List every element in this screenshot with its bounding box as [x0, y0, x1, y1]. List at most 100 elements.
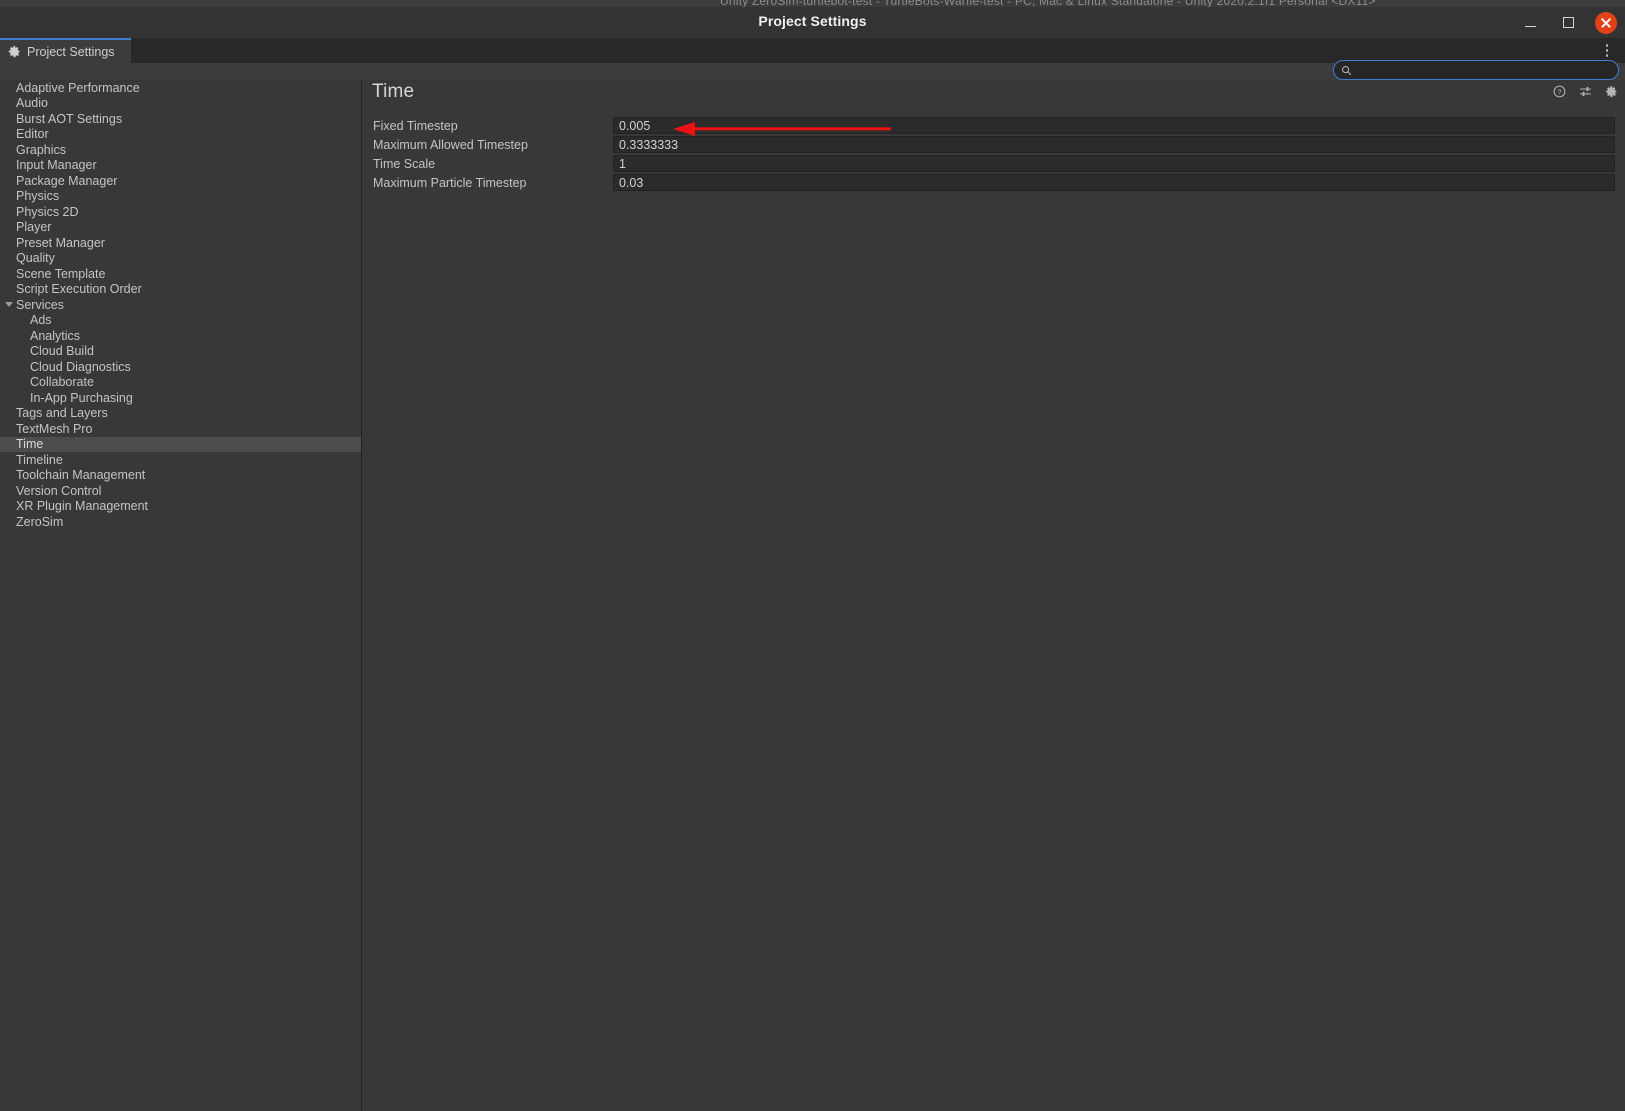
- property-label: Time Scale: [363, 157, 613, 171]
- sidebar-item-label: Quality: [16, 251, 55, 265]
- sidebar-item-analytics[interactable]: Analytics: [0, 328, 361, 344]
- sidebar-item-label: XR Plugin Management: [16, 499, 148, 513]
- sidebar-item-label: Editor: [16, 127, 49, 141]
- sidebar-item-timeline[interactable]: Timeline: [0, 452, 361, 468]
- sidebar-item-player[interactable]: Player: [0, 220, 361, 236]
- sidebar-item-label: Preset Manager: [16, 236, 105, 250]
- property-field[interactable]: [613, 174, 1615, 191]
- minimize-button[interactable]: [1519, 12, 1541, 34]
- tab-project-settings[interactable]: Project Settings: [0, 38, 131, 63]
- sidebar-item-physics-2d[interactable]: Physics 2D: [0, 204, 361, 220]
- sidebar-item-label: Cloud Diagnostics: [30, 360, 131, 374]
- content-header-icons: ?: [1553, 85, 1618, 98]
- sidebar-item-label: In-App Purchasing: [30, 391, 133, 405]
- sidebar-item-label: Scene Template: [16, 267, 105, 281]
- sidebar-item-quality[interactable]: Quality: [0, 251, 361, 267]
- property-row: Maximum Allowed Timestep: [363, 135, 1625, 154]
- parent-window-titlebar-strip: Unity ZeroSim-turtlebot-test - TurtleBot…: [0, 0, 1625, 7]
- sidebar-item-label: Adaptive Performance: [16, 81, 140, 95]
- sidebar-item-preset-manager[interactable]: Preset Manager: [0, 235, 361, 251]
- sidebar-item-label: Physics: [16, 189, 59, 203]
- property-field[interactable]: [613, 136, 1615, 153]
- sidebar-item-label: Cloud Build: [30, 344, 94, 358]
- svg-text:?: ?: [1557, 87, 1561, 96]
- sidebar-item-textmesh-pro[interactable]: TextMesh Pro: [0, 421, 361, 437]
- sidebar-item-script-execution-order[interactable]: Script Execution Order: [0, 282, 361, 298]
- maximize-icon: [1563, 17, 1574, 28]
- sidebar-item-audio[interactable]: Audio: [0, 96, 361, 112]
- kebab-dot: [1606, 49, 1609, 52]
- sidebar-item-in-app-purchasing[interactable]: In-App Purchasing: [0, 390, 361, 406]
- sidebar-item-adaptive-performance[interactable]: Adaptive Performance: [0, 80, 361, 96]
- search-box[interactable]: [1333, 60, 1619, 80]
- gear-icon: [8, 45, 21, 58]
- property-label: Fixed Timestep: [363, 119, 613, 133]
- property-row: Time Scale: [363, 154, 1625, 173]
- kebab-dot: [1606, 54, 1609, 57]
- property-row: Fixed Timestep: [363, 116, 1625, 135]
- sidebar-item-graphics[interactable]: Graphics: [0, 142, 361, 158]
- close-icon: [1595, 12, 1617, 34]
- sidebar-item-zerosim[interactable]: ZeroSim: [0, 514, 361, 530]
- sidebar-item-time[interactable]: Time: [0, 437, 361, 453]
- sidebar-item-version-control[interactable]: Version Control: [0, 483, 361, 499]
- sidebar-item-label: Input Manager: [16, 158, 97, 172]
- sidebar-item-label: Ads: [30, 313, 52, 327]
- sidebar-item-input-manager[interactable]: Input Manager: [0, 158, 361, 174]
- parent-window-title: Unity ZeroSim-turtlebot-test - TurtleBot…: [720, 0, 1376, 7]
- page-title: Time: [372, 81, 414, 103]
- property-input[interactable]: [619, 156, 1614, 171]
- sidebar-item-label: Toolchain Management: [16, 468, 145, 482]
- window-title: Project Settings: [0, 13, 1625, 29]
- sidebar-item-editor[interactable]: Editor: [0, 127, 361, 143]
- preset-icon[interactable]: [1579, 85, 1592, 98]
- sidebar-item-label: Version Control: [16, 484, 101, 498]
- sidebar-item-tags-and-layers[interactable]: Tags and Layers: [0, 406, 361, 422]
- sidebar-item-collaborate[interactable]: Collaborate: [0, 375, 361, 391]
- sidebar-item-label: Script Execution Order: [16, 282, 142, 296]
- sidebar-item-label: Player: [16, 220, 51, 234]
- property-field[interactable]: [613, 155, 1615, 172]
- chevron-down-icon[interactable]: [5, 302, 13, 307]
- property-row: Maximum Particle Timestep: [363, 173, 1625, 192]
- sidebar-item-label: Physics 2D: [16, 205, 79, 219]
- minimize-icon: [1525, 26, 1536, 27]
- sidebar-item-cloud-diagnostics[interactable]: Cloud Diagnostics: [0, 359, 361, 375]
- settings-gear-icon[interactable]: [1605, 85, 1618, 98]
- sidebar-item-scene-template[interactable]: Scene Template: [0, 266, 361, 282]
- sidebar-item-label: Services: [16, 298, 64, 312]
- sidebar-item-label: Timeline: [16, 453, 63, 467]
- window-titlebar: Project Settings: [0, 7, 1625, 38]
- search-icon: [1341, 65, 1352, 76]
- sidebar-item-label: Package Manager: [16, 174, 117, 188]
- sidebar-item-label: Tags and Layers: [16, 406, 108, 420]
- sidebar-item-services[interactable]: Services: [0, 297, 361, 313]
- sidebar-item-physics[interactable]: Physics: [0, 189, 361, 205]
- property-input[interactable]: [619, 137, 1614, 152]
- sidebar-item-cloud-build[interactable]: Cloud Build: [0, 344, 361, 360]
- sidebar-item-toolchain-management[interactable]: Toolchain Management: [0, 468, 361, 484]
- settings-body: Adaptive PerformanceAudioBurst AOT Setti…: [0, 80, 1625, 1111]
- property-input[interactable]: [619, 118, 1614, 133]
- close-button[interactable]: [1595, 12, 1617, 34]
- sidebar-item-label: Time: [16, 437, 43, 451]
- window-controls: [1519, 7, 1617, 38]
- sidebar-item-label: Burst AOT Settings: [16, 112, 122, 126]
- sidebar-item-label: TextMesh Pro: [16, 422, 92, 436]
- sidebar-item-label: Collaborate: [30, 375, 94, 389]
- sidebar-item-ads[interactable]: Ads: [0, 313, 361, 329]
- project-settings-window: Unity ZeroSim-turtlebot-test - TurtleBot…: [0, 0, 1625, 1111]
- property-label: Maximum Particle Timestep: [363, 176, 613, 190]
- content-header: Time ?: [363, 80, 1625, 108]
- settings-sidebar[interactable]: Adaptive PerformanceAudioBurst AOT Setti…: [0, 80, 362, 1111]
- sidebar-item-label: Analytics: [30, 329, 80, 343]
- sidebar-item-xr-plugin-management[interactable]: XR Plugin Management: [0, 499, 361, 515]
- maximize-button[interactable]: [1557, 12, 1579, 34]
- property-input[interactable]: [619, 175, 1614, 190]
- sidebar-item-package-manager[interactable]: Package Manager: [0, 173, 361, 189]
- property-label: Maximum Allowed Timestep: [363, 138, 613, 152]
- property-field[interactable]: [613, 117, 1615, 134]
- help-icon[interactable]: ?: [1553, 85, 1566, 98]
- sidebar-item-burst-aot-settings[interactable]: Burst AOT Settings: [0, 111, 361, 127]
- search-input[interactable]: [1356, 62, 1618, 78]
